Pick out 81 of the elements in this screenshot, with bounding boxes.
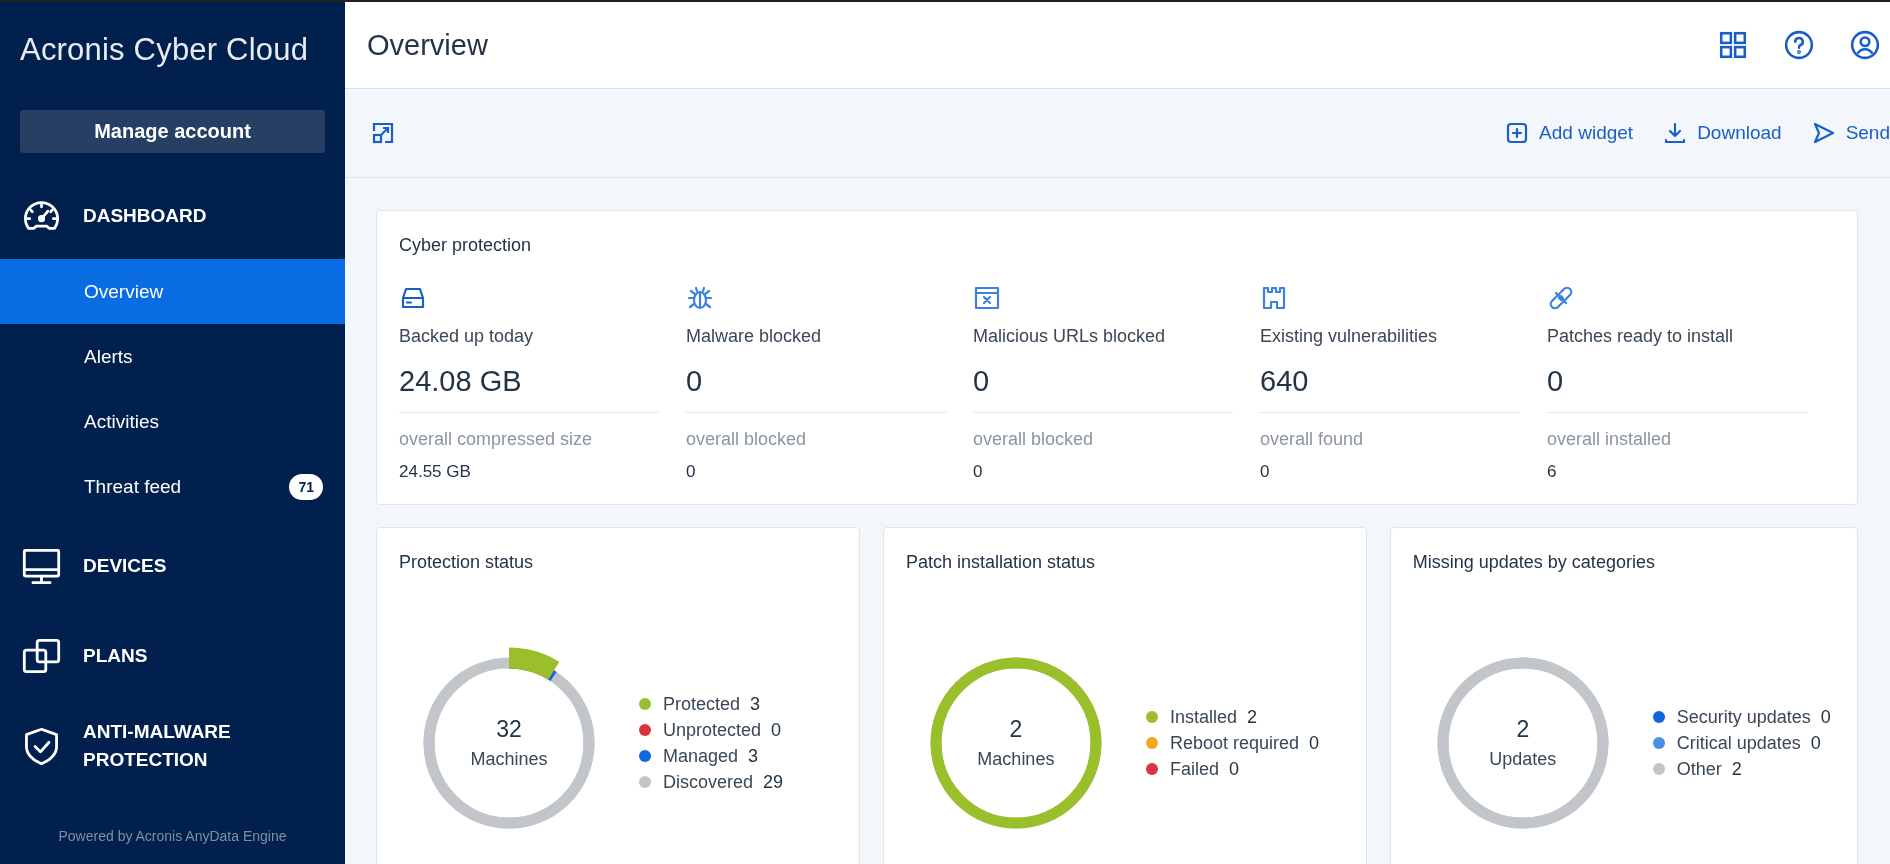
card-title: Patch installation status xyxy=(904,551,1096,573)
legend-label: Security updates xyxy=(1676,706,1811,728)
nav-item-label: Alerts xyxy=(84,345,133,368)
legend-value: 3 xyxy=(748,745,759,767)
nav-item-label: Threat feed xyxy=(84,475,182,498)
castle-icon xyxy=(1260,284,1288,312)
legend-label: Critical updates xyxy=(1676,732,1801,754)
metric-value: 24.08 GB xyxy=(399,365,523,398)
metric-label: Backed up today xyxy=(399,326,535,347)
metric-label: Malware blocked xyxy=(686,326,823,347)
metric-sub-label: overall installed xyxy=(1547,429,1673,450)
legend-label: Managed xyxy=(663,745,739,767)
metric-sub-value: 24.55 GB xyxy=(399,462,472,482)
legend-label: Protected xyxy=(663,693,741,715)
download-icon xyxy=(1663,121,1688,145)
legend-label: Other xyxy=(1676,758,1722,780)
card-title: Cyber protection xyxy=(398,234,533,256)
toolbar-action[interactable]: Download xyxy=(1663,121,1782,145)
legend-value: 0 xyxy=(1309,732,1319,754)
toolbar-action[interactable]: Add widget xyxy=(1505,121,1634,145)
metric-label: Malicious URLs blocked xyxy=(973,326,1167,347)
donut-unit: Machines xyxy=(470,749,548,770)
metric-sub-label: overall blocked xyxy=(686,429,808,450)
legend-label: Failed xyxy=(1169,758,1219,780)
donut-total: 32 xyxy=(496,716,522,743)
card-title: Protection status xyxy=(398,551,535,573)
metric-value: 0 xyxy=(686,365,704,398)
nav-item-label: Overview xyxy=(84,280,164,303)
toolbar-action[interactable]: Send xyxy=(1811,121,1890,145)
plus-icon xyxy=(1505,121,1530,145)
legend-value: 3 xyxy=(750,693,761,715)
nav-item-label: Activities xyxy=(84,410,159,433)
metric-sub-label: overall blocked xyxy=(973,429,1095,450)
legend-value: 0 xyxy=(1810,732,1821,754)
bug-icon xyxy=(686,284,714,312)
metric-sub-label: overall compressed size xyxy=(399,429,594,450)
legend-value: 29 xyxy=(763,771,784,793)
donut-total: 2 xyxy=(1516,716,1530,743)
legend-value: 0 xyxy=(771,719,782,741)
grid-icon[interactable] xyxy=(1718,30,1748,60)
legend-value: 2 xyxy=(1731,758,1742,780)
send-icon xyxy=(1811,121,1836,145)
nav-item[interactable]: Threat feed 71 xyxy=(0,454,345,519)
manage-account-button[interactable]: Manage account xyxy=(20,110,325,153)
nav-section[interactable]: PLANS xyxy=(0,613,345,699)
metric-sub-label: overall found xyxy=(1260,429,1365,450)
legend-label: Reboot required xyxy=(1169,732,1299,754)
donut-total: 2 xyxy=(1009,716,1023,743)
count-badge: 71 xyxy=(289,473,323,500)
metric-value: 640 xyxy=(1260,365,1310,398)
browser-icon xyxy=(973,284,1001,312)
bandage-icon xyxy=(1547,284,1575,312)
donut-unit: Updates xyxy=(1489,749,1557,770)
nav-section[interactable]: ANTI-MALWARE PROTECTION xyxy=(0,703,345,789)
legend-label: Installed xyxy=(1169,706,1237,728)
legend-value: 0 xyxy=(1820,706,1831,728)
nav-section[interactable]: DEVICES xyxy=(0,523,345,609)
legend-label: Unprotected xyxy=(663,719,762,741)
page-title: Overview xyxy=(367,28,488,62)
metric-value: 0 xyxy=(1547,365,1565,398)
metric-value: 0 xyxy=(973,365,991,398)
metric-sub-value: 0 xyxy=(973,462,984,482)
user-icon[interactable] xyxy=(1850,30,1880,60)
card-title: Missing updates by categories xyxy=(1411,551,1656,573)
nav-item[interactable]: Activities xyxy=(0,389,345,454)
metric-label: Patches ready to install xyxy=(1547,326,1735,347)
logo: Acronis Cyber Cloud xyxy=(19,31,310,69)
legend-label: Discovered xyxy=(663,771,754,793)
metric-label: Existing vulnerabilities xyxy=(1260,326,1439,347)
nav-section[interactable]: DASHBOARD xyxy=(0,173,345,259)
donut-unit: Machines xyxy=(977,749,1055,770)
nav-item[interactable]: Alerts xyxy=(0,324,345,389)
footer-text: Powered by Acronis AnyData Engine xyxy=(57,828,288,846)
metric-sub-value: 6 xyxy=(1547,462,1558,482)
legend-value: 0 xyxy=(1228,758,1239,780)
metric-sub-value: 0 xyxy=(686,462,697,482)
metric-sub-value: 0 xyxy=(1260,462,1271,482)
expand-icon[interactable] xyxy=(371,121,395,145)
nav-item[interactable]: Overview xyxy=(0,259,345,324)
help-icon[interactable] xyxy=(1784,30,1814,60)
legend-value: 2 xyxy=(1246,706,1257,728)
